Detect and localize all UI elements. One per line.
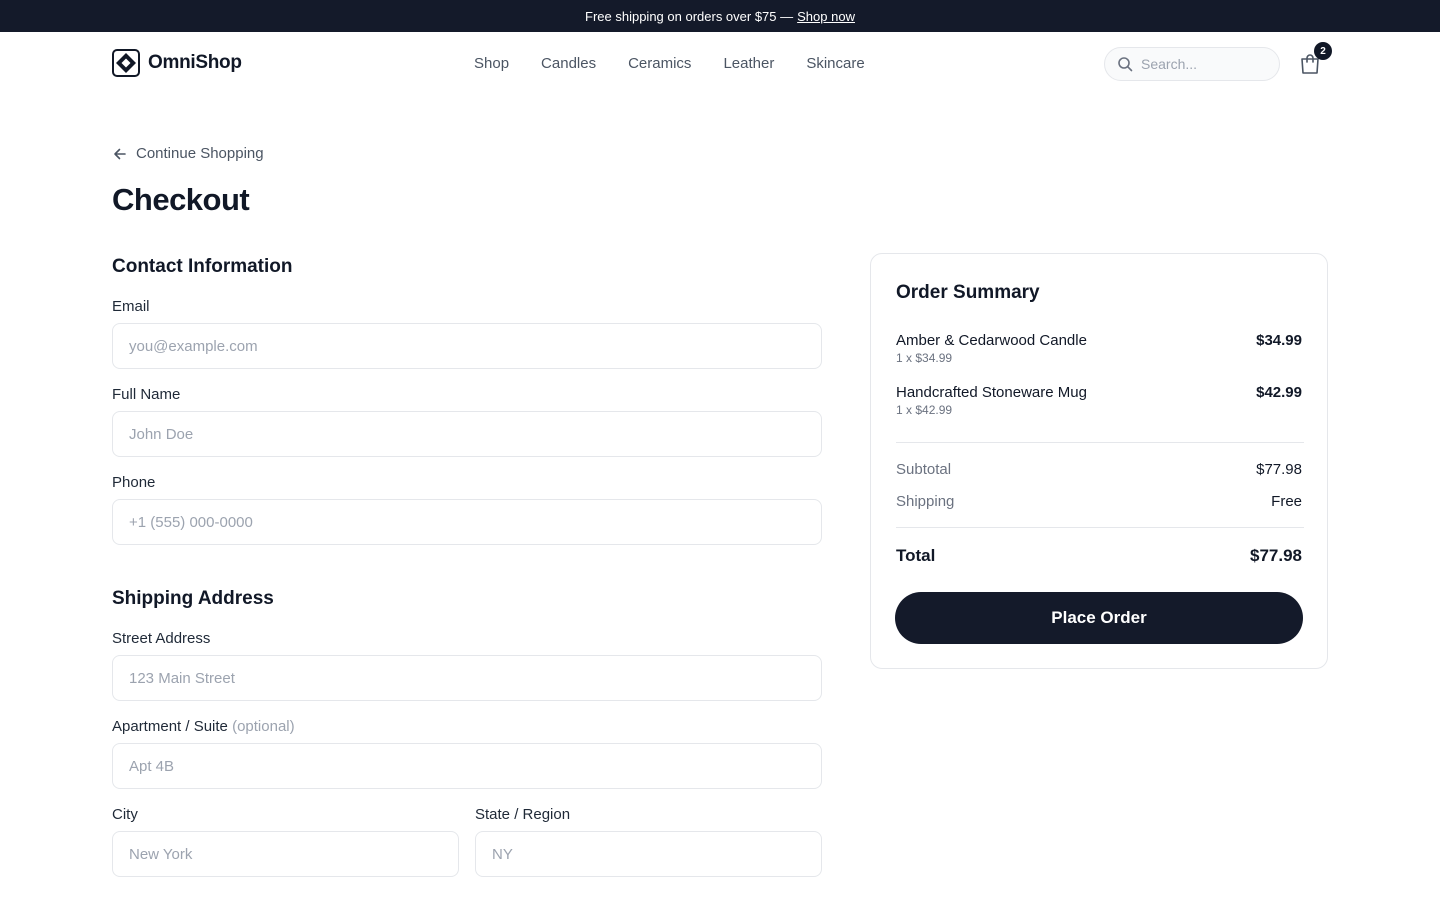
apartment-field[interactable] bbox=[112, 743, 822, 789]
search-icon bbox=[1118, 57, 1133, 72]
city-field[interactable] bbox=[112, 831, 459, 877]
main-nav: Shop Candles Ceramics Leather Skincare bbox=[474, 55, 897, 72]
summary-divider bbox=[896, 442, 1304, 443]
search-box[interactable] bbox=[1104, 47, 1280, 81]
state-field[interactable] bbox=[475, 831, 822, 877]
nav-item-skincare[interactable]: Skincare bbox=[806, 55, 864, 72]
cart-button[interactable]: 2 bbox=[1298, 42, 1332, 76]
contact-section-title: Contact Information bbox=[112, 256, 293, 277]
subtotal-value: $77.98 bbox=[1256, 461, 1302, 478]
line-item-name: Amber & Cedarwood Candle bbox=[896, 332, 1087, 349]
total-value: $77.98 bbox=[1250, 546, 1302, 565]
city-label: City bbox=[112, 806, 138, 823]
arrow-left-icon bbox=[114, 148, 126, 159]
state-label: State / Region bbox=[475, 806, 571, 823]
street-address-label: Street Address bbox=[112, 630, 211, 647]
announcement-bar: Free shipping on orders over $75 — Shop … bbox=[0, 0, 1440, 32]
continue-shopping-link[interactable]: Continue Shopping bbox=[112, 145, 264, 162]
subtotal-label: Subtotal bbox=[896, 461, 952, 478]
nav-item-leather[interactable]: Leather bbox=[723, 55, 774, 72]
nav-item-candles[interactable]: Candles bbox=[541, 55, 596, 72]
continue-shopping-label: Continue Shopping bbox=[136, 145, 264, 162]
full-name-field[interactable] bbox=[112, 411, 822, 457]
email-label: Email bbox=[112, 298, 150, 315]
order-summary-card: Order Summary Amber & Cedarwood Candle 1… bbox=[870, 253, 1328, 669]
brand-name: OmniShop bbox=[148, 52, 242, 73]
line-item-quantity: 1 x $34.99 bbox=[896, 351, 953, 365]
apartment-label-text: Apartment / Suite bbox=[112, 718, 228, 735]
line-item-name: Handcrafted Stoneware Mug bbox=[896, 384, 1087, 401]
page-title: Checkout bbox=[112, 182, 250, 217]
full-name-label: Full Name bbox=[112, 386, 181, 403]
nav-item-shop[interactable]: Shop bbox=[474, 55, 509, 72]
announcement-text: Free shipping on orders over $75 — bbox=[585, 8, 794, 24]
shipping-label: Shipping bbox=[896, 493, 955, 510]
logo-link[interactable]: OmniShop bbox=[112, 49, 242, 77]
order-summary-title: Order Summary bbox=[896, 282, 1040, 303]
street-address-field[interactable] bbox=[112, 655, 822, 701]
shipping-section-title: Shipping Address bbox=[112, 588, 274, 609]
optional-hint: (optional) bbox=[232, 718, 295, 735]
search-input[interactable] bbox=[1141, 56, 1261, 72]
cart-count-badge: 2 bbox=[1314, 42, 1332, 60]
logo-mark-icon bbox=[112, 49, 140, 77]
line-item-price: $42.99 bbox=[1256, 384, 1302, 401]
site-header: OmniShop Shop Candles Ceramics Leather S… bbox=[0, 32, 1440, 96]
apartment-label: Apartment / Suite (optional) bbox=[112, 718, 295, 735]
shop-now-link[interactable]: Shop now bbox=[797, 9, 855, 24]
nav-item-ceramics[interactable]: Ceramics bbox=[628, 55, 691, 72]
shipping-value: Free bbox=[1271, 493, 1302, 510]
summary-divider bbox=[896, 527, 1304, 528]
email-field[interactable] bbox=[112, 323, 822, 369]
total-label: Total bbox=[896, 546, 936, 565]
line-item-price: $34.99 bbox=[1256, 332, 1302, 349]
line-item-quantity: 1 x $42.99 bbox=[896, 403, 953, 417]
phone-field[interactable] bbox=[112, 499, 822, 545]
phone-label: Phone bbox=[112, 474, 156, 491]
place-order-button[interactable]: Place Order bbox=[895, 592, 1303, 644]
